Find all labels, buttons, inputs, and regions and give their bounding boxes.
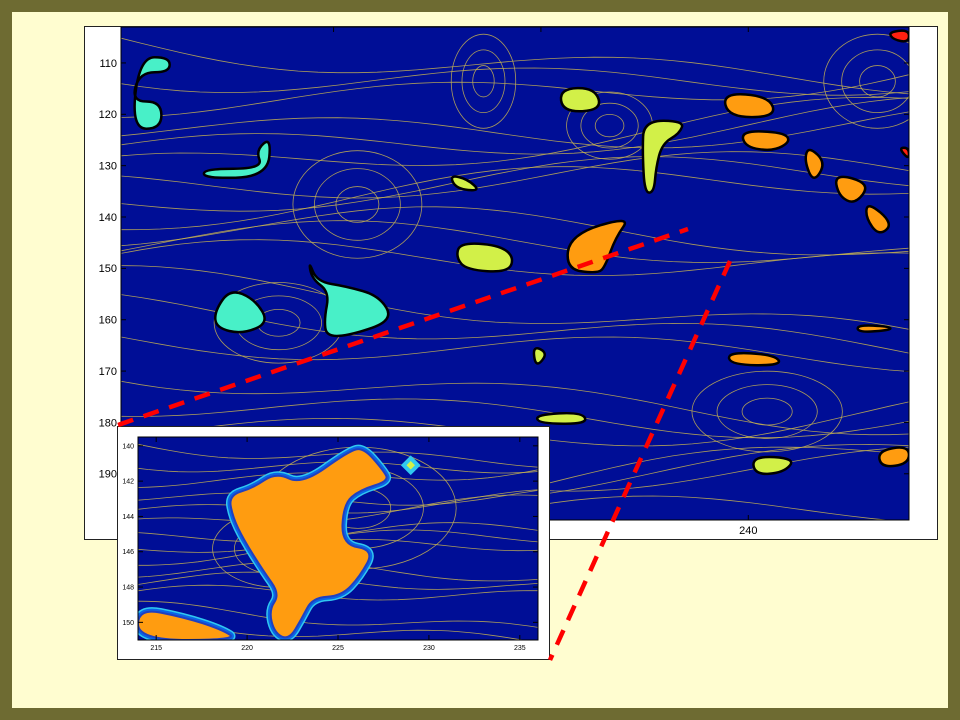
callout-overlay (117, 226, 733, 661)
zoom-callout-line-upper (117, 226, 689, 428)
zoom-callout-line-lower (547, 260, 733, 661)
